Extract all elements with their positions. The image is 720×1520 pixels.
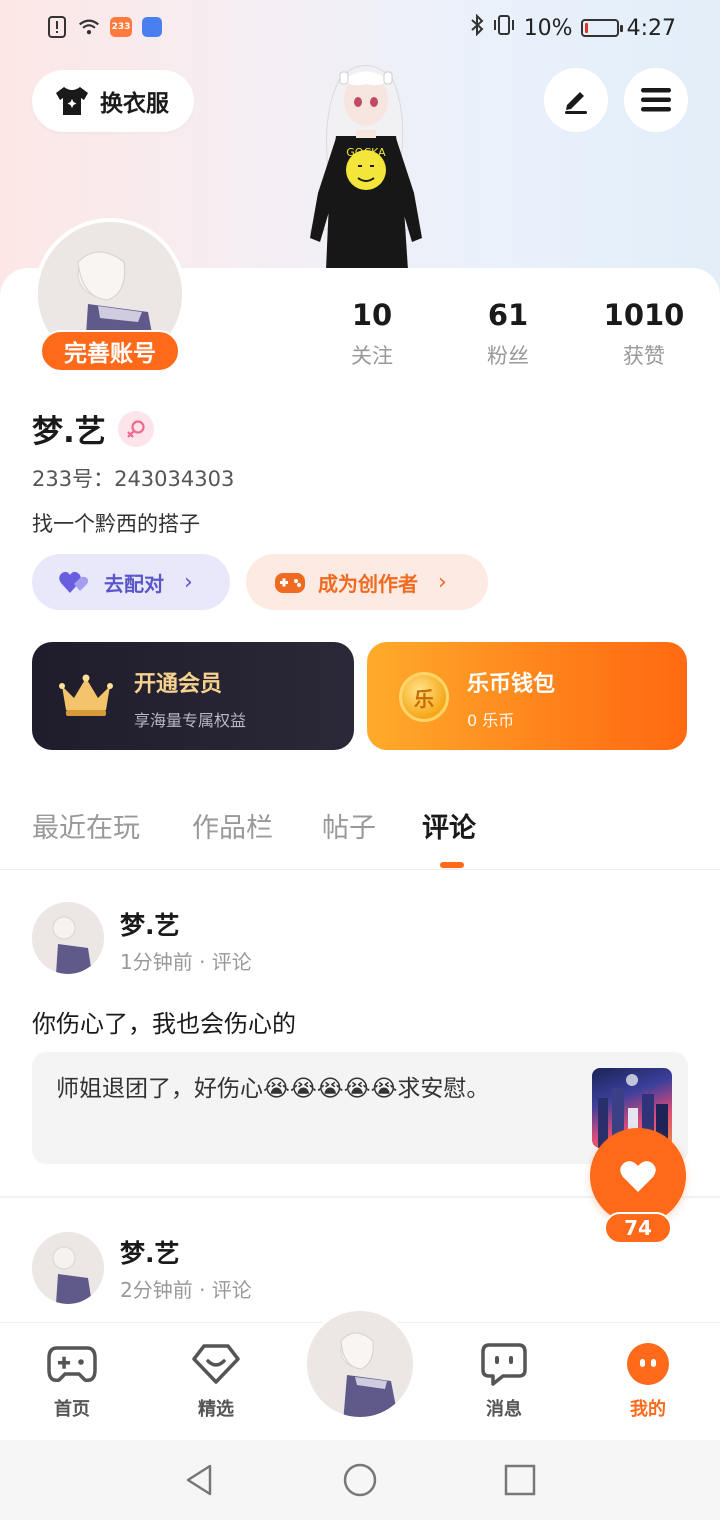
- user-id: 233号：243034303: [32, 467, 235, 491]
- vip-subtitle: 享海量专属权益: [134, 711, 247, 730]
- profile-stats: 10 关注 61 粉丝 1010 获赞: [300, 298, 720, 378]
- heart-chat-icon: [190, 1341, 242, 1387]
- stat-likes[interactable]: 1010 获赞: [574, 298, 714, 370]
- hearts-icon: [59, 571, 89, 593]
- go-match-button[interactable]: 去配对 ›: [32, 554, 230, 610]
- crown-icon: [59, 674, 113, 716]
- quoted-post[interactable]: 师姐退团了，好伤心😭😭😭😭😭求安慰。: [32, 1052, 688, 1164]
- status-icons-right: 10% 4:27: [470, 13, 676, 42]
- app-233-icon: 233: [110, 17, 132, 37]
- followers-count: 61: [487, 298, 529, 332]
- avatar[interactable]: [32, 902, 104, 974]
- battery-icon: [580, 19, 623, 37]
- comment-author: 梦.艺: [120, 1239, 180, 1268]
- comment-author: 梦.艺: [120, 911, 180, 940]
- likes-count: 1010: [603, 298, 685, 332]
- like-button[interactable]: [590, 1128, 686, 1224]
- hamburger-menu-icon: [641, 88, 671, 112]
- avatar-character[interactable]: GOCKA: [280, 58, 450, 270]
- coin-wallet-card[interactable]: 乐 乐币钱包 0 乐币: [367, 642, 687, 750]
- stat-following[interactable]: 10 关注: [302, 298, 442, 370]
- followers-label: 粉丝: [487, 344, 529, 368]
- likes-label: 获赞: [623, 344, 665, 368]
- home-icon[interactable]: [342, 1462, 378, 1498]
- status-bar: 233 10% 4:27: [0, 0, 720, 56]
- comment-meta: 2分钟前 · 评论: [120, 1278, 252, 1302]
- message-icon: [478, 1341, 530, 1387]
- nav-messages[interactable]: 消息: [454, 1341, 554, 1421]
- vibrate-icon: [492, 14, 516, 42]
- tab-recent-play[interactable]: 最近在玩: [32, 806, 140, 845]
- wallet-title: 乐币钱包: [467, 672, 556, 697]
- pencil-icon: [565, 92, 587, 114]
- become-creator-label: 成为创作者: [318, 571, 418, 596]
- change-outfit-label: 换衣服: [100, 91, 169, 117]
- menu-button[interactable]: [624, 68, 688, 132]
- female-gender-icon: [117, 410, 154, 447]
- svg-text:GOCKA: GOCKA: [346, 146, 386, 159]
- quoted-post-text: 师姐退团了，好伤心😭😭😭😭😭求安慰。: [56, 1076, 490, 1102]
- nav-home-label: 首页: [54, 1399, 90, 1420]
- following-count: 10: [351, 298, 393, 332]
- nav-home[interactable]: 首页: [22, 1341, 122, 1421]
- vip-title: 开通会员: [134, 672, 223, 697]
- nav-featured[interactable]: 精选: [166, 1341, 266, 1421]
- system-navigation-bar: [0, 1440, 720, 1520]
- like-count: 74: [604, 1212, 672, 1244]
- back-icon[interactable]: [182, 1462, 218, 1498]
- become-creator-button[interactable]: 成为创作者 ›: [246, 554, 488, 610]
- nav-avatar-button[interactable]: [304, 1308, 416, 1420]
- complete-account-button[interactable]: 完善账号: [40, 330, 180, 372]
- gamepad-icon: [46, 1341, 98, 1387]
- status-icons-left: 233: [46, 16, 162, 38]
- change-outfit-button[interactable]: 换衣服: [32, 70, 194, 132]
- security-shield-icon: [142, 17, 162, 37]
- username: 梦.艺: [32, 414, 106, 450]
- tab-comments[interactable]: 评论: [422, 806, 476, 845]
- name-row: 梦.艺: [32, 406, 154, 451]
- profile-face-icon: [622, 1341, 674, 1387]
- tab-works[interactable]: 作品栏: [192, 806, 273, 845]
- chevron-right-icon: ›: [184, 569, 193, 595]
- heart-icon: [620, 1161, 656, 1192]
- bluetooth-icon: [470, 13, 484, 42]
- tab-posts[interactable]: 帖子: [322, 806, 376, 845]
- gamepad-icon: [275, 573, 305, 593]
- wifi-icon: [78, 16, 100, 38]
- notification-alert-icon: [46, 16, 68, 38]
- nav-me-label: 我的: [630, 1399, 666, 1420]
- comment-text: 你伤心了，我也会伤心的: [32, 1010, 296, 1038]
- tshirt-icon: [56, 87, 88, 115]
- user-bio: 找一个黔西的搭子: [32, 512, 200, 536]
- chevron-right-icon: ›: [438, 569, 447, 595]
- battery-percent: 10%: [523, 15, 573, 41]
- active-tab-indicator: [440, 862, 464, 868]
- nav-me[interactable]: 我的: [598, 1341, 698, 1421]
- recents-icon[interactable]: [502, 1462, 538, 1498]
- profile-tabs: 最近在玩 作品栏 帖子 评论: [0, 800, 720, 870]
- edit-button[interactable]: [544, 68, 608, 132]
- comment-meta: 1分钟前 · 评论: [120, 950, 252, 974]
- avatar[interactable]: [32, 1232, 104, 1304]
- stat-followers[interactable]: 61 粉丝: [438, 298, 578, 370]
- following-label: 关注: [351, 344, 393, 368]
- go-match-label: 去配对: [104, 571, 164, 596]
- nav-featured-label: 精选: [198, 1399, 234, 1420]
- nav-messages-label: 消息: [486, 1399, 522, 1420]
- vip-membership-card[interactable]: 开通会员 享海量专属权益: [32, 642, 354, 750]
- profile-page: { "status_bar": { "app_badge": "233", "b…: [0, 0, 720, 1520]
- coin-icon: 乐: [399, 672, 449, 722]
- wallet-balance: 0 乐币: [467, 711, 515, 730]
- clock: 4:27: [626, 15, 676, 41]
- battery-level: [584, 23, 588, 33]
